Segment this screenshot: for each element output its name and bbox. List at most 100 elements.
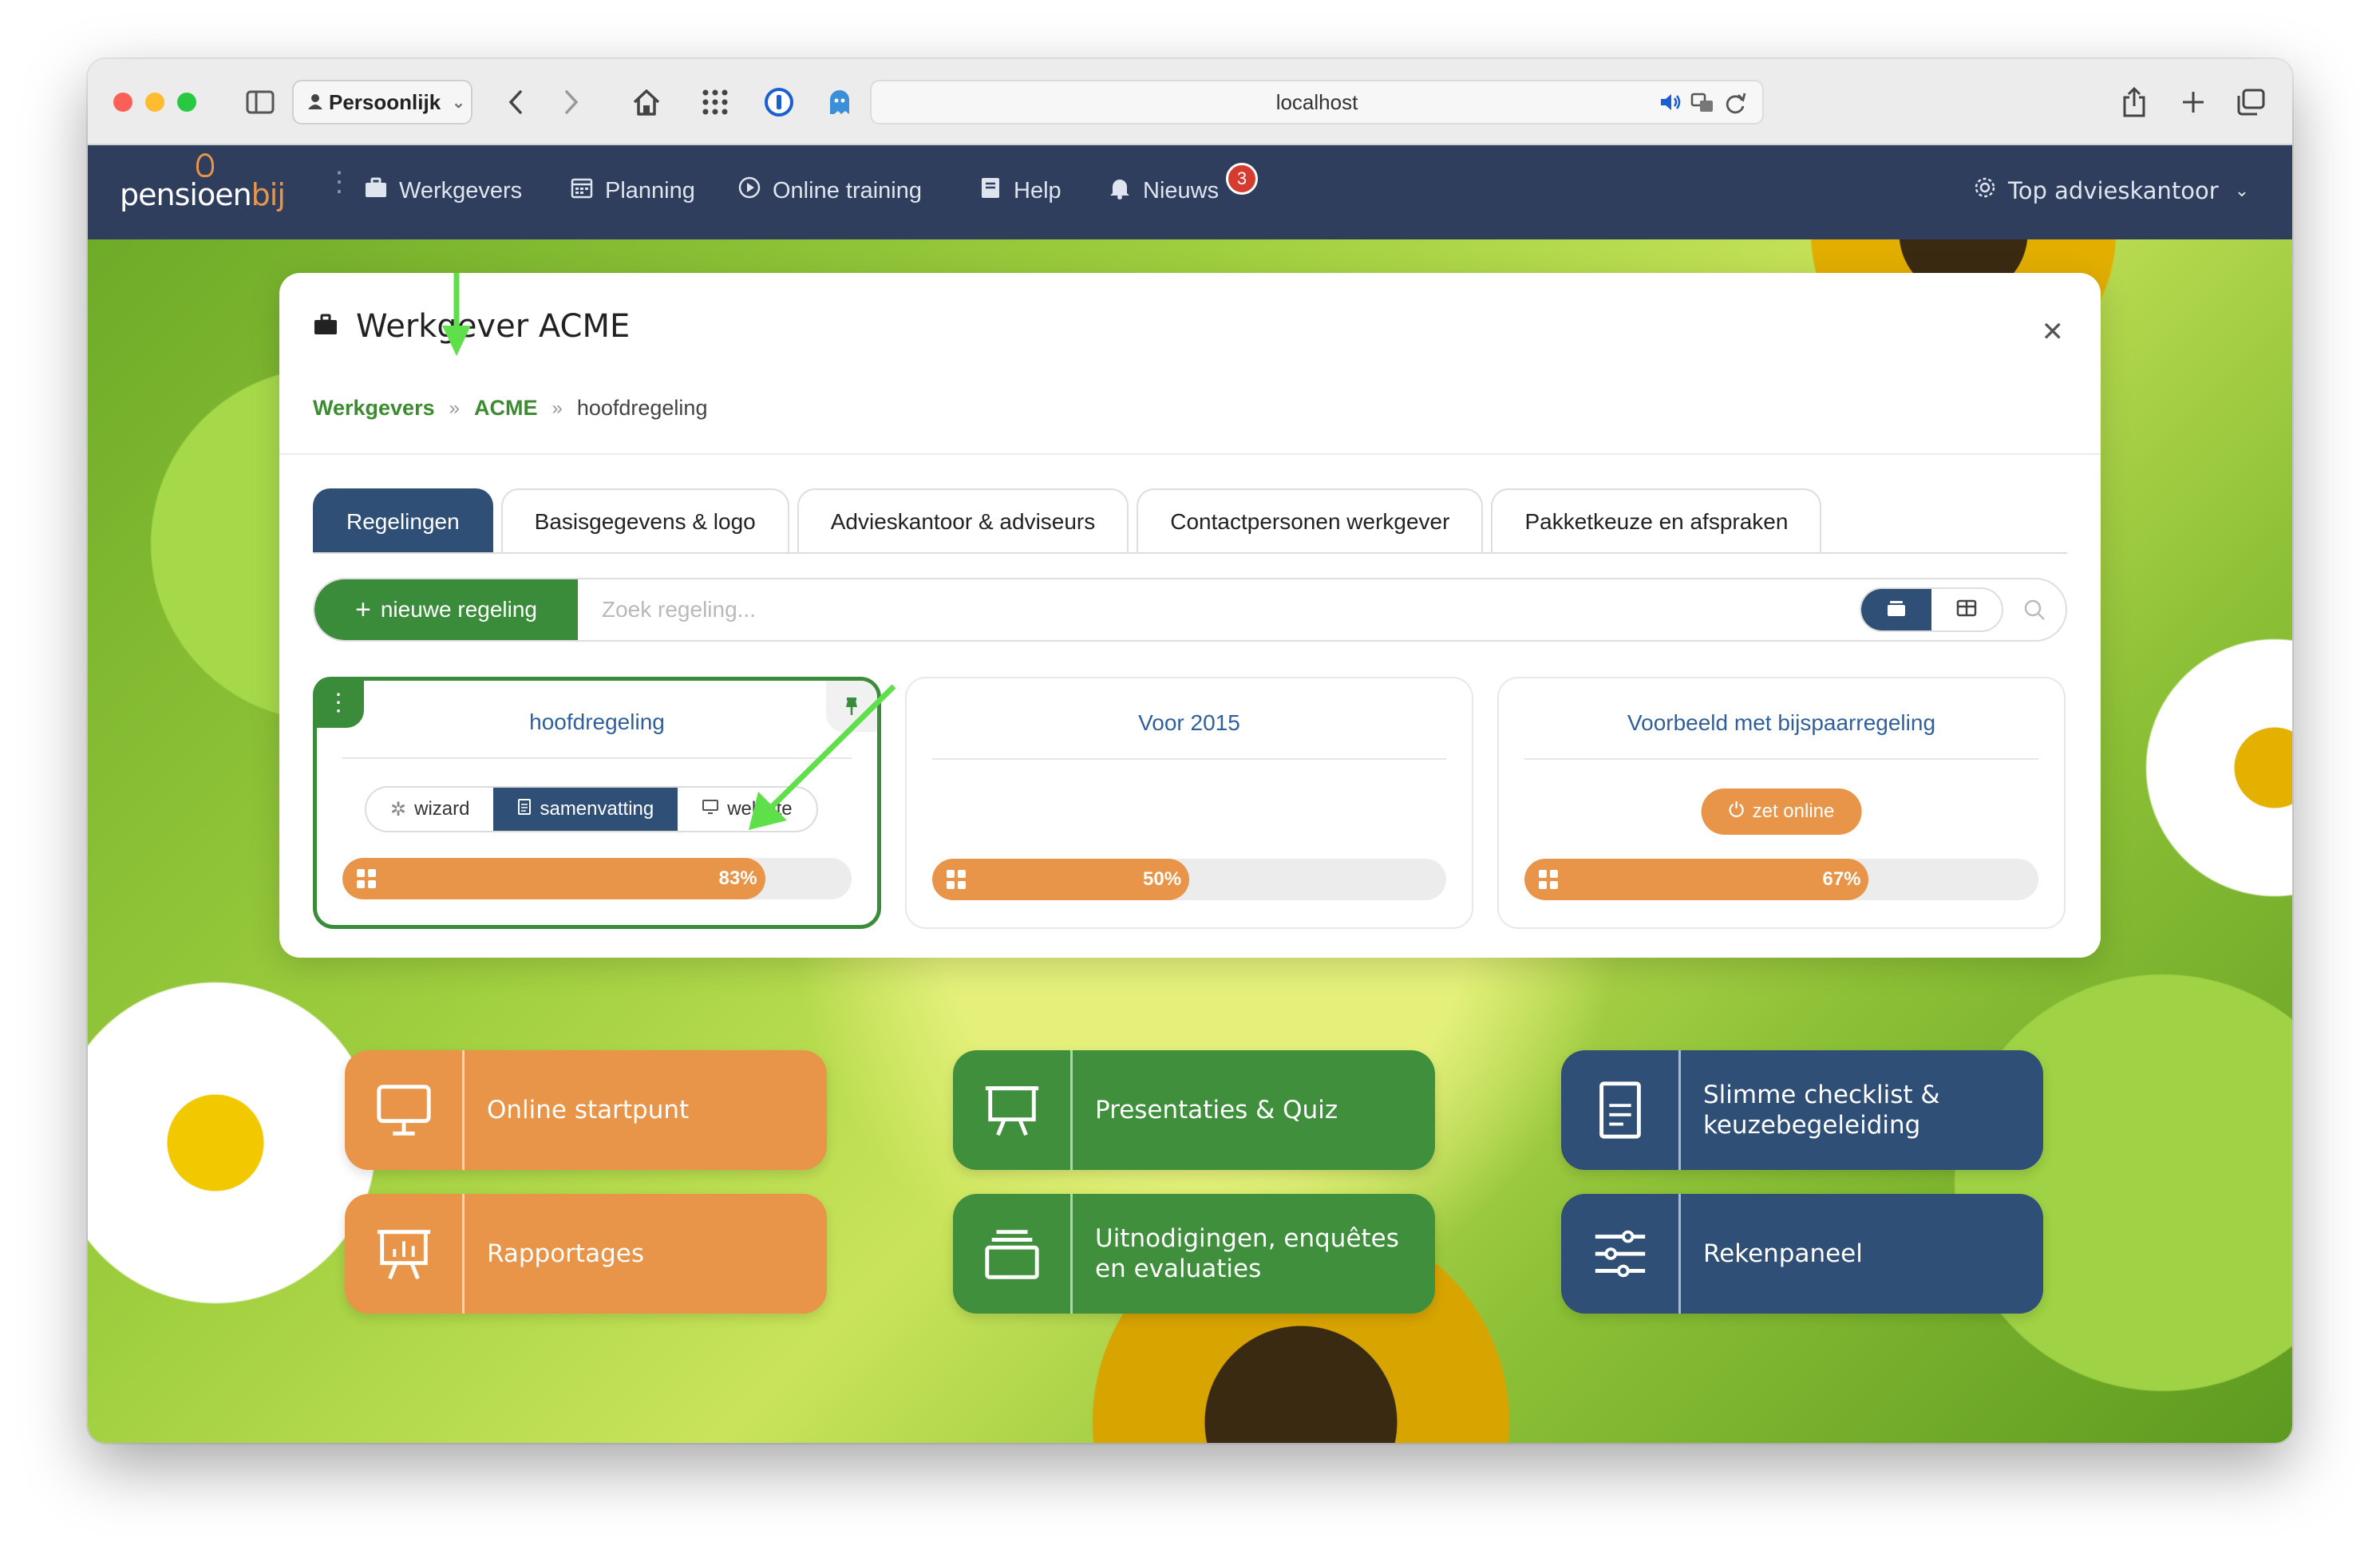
nav-label: Online training [773,177,922,204]
logo-text-main: pensioen [120,177,252,212]
card-divider [932,758,1446,760]
gear-icon [1973,176,1997,206]
sliders-icon [1561,1194,1681,1314]
progress-label: 83% [718,867,757,889]
search-regeling-input[interactable] [578,579,1860,640]
card-title[interactable]: hoofdregeling [317,709,877,735]
card-title[interactable]: Voor 2015 [907,710,1472,736]
tile-rapportages[interactable]: Rapportages [345,1194,827,1314]
table-view-button[interactable] [1931,589,2002,630]
progress-fill [342,858,765,899]
progress-bar: 50% [932,859,1446,900]
new-regeling-label: nieuwe regeling [380,597,537,622]
header-divider [279,453,2101,455]
breadcrumb-werkgevers[interactable]: Werkgevers [313,396,435,421]
breadcrumb: Werkgevers » ACME » hoofdregeling [313,396,707,421]
top-navigation: pensioenbij ⋮ Werkgevers Planning Online… [88,145,2292,239]
regeling-card-hoofdregeling[interactable]: ⋮ hoofdregeling ✲ wizard samenvatting we… [313,677,881,929]
website-label: website [727,798,793,820]
password-manager-icon[interactable] [760,83,798,121]
tab-advieskantoor[interactable]: Advieskantoor & adviseurs [797,488,1129,554]
pensioenbij-logo[interactable]: pensioenbij [120,177,286,212]
close-icon[interactable]: ✕ [2042,316,2065,348]
home-icon[interactable] [627,83,666,121]
wizard-button[interactable]: ✲ wizard [366,788,493,831]
office-menu[interactable]: Top advieskantoor ⌄ [1973,176,2249,206]
nav-label: Planning [605,177,695,204]
apps-grid-icon[interactable] [696,83,734,121]
monitor-icon [702,798,719,820]
url-text: localhost [1275,89,1358,114]
tab-overview-icon[interactable] [2232,83,2270,121]
card-view-button[interactable] [1861,589,1931,630]
werkgever-modal: Werkgever ACME ✕ Werkgevers » ACME » hoo… [279,273,2101,958]
briefcase-icon [313,308,338,345]
book-icon [978,176,1002,206]
regeling-actions: ✲ wizard samenvatting website [365,786,818,832]
grid-icon [1539,870,1558,889]
presentation-icon [953,1050,1073,1170]
tab-basisgegevens[interactable]: Basisgegevens & logo [500,488,789,554]
nav-item-nieuws[interactable]: Nieuws [1108,176,1219,206]
progress-bar: 83% [342,858,852,899]
card-stack-icon [1886,599,1907,622]
tile-online-startpunt[interactable]: Online startpunt [345,1050,827,1170]
nav-item-werkgevers[interactable]: Werkgevers [364,176,522,206]
tab-contactpersonen[interactable]: Contactpersonen werkgever [1137,488,1484,554]
card-title[interactable]: Voorbeeld met bijspaarregeling [1499,710,2064,736]
website-button[interactable]: website [678,788,816,831]
tab-regelingen[interactable]: Regelingen [313,488,493,554]
power-icon [1729,800,1745,824]
samenvatting-label: samenvatting [540,798,654,820]
chevron-down-icon: ⌄ [452,93,465,112]
document-icon [517,798,532,820]
back-icon[interactable] [500,83,532,121]
profile-selector[interactable]: Persoonlijk ⌄ [292,80,472,124]
samenvatting-button[interactable]: samenvatting [493,788,678,831]
minimize-window-button[interactable] [145,93,164,112]
search-icon[interactable] [2014,587,2054,632]
modal-title: Werkgever ACME [356,308,631,345]
breadcrumb-acme[interactable]: ACME [474,396,538,421]
chevron-right-icon: » [552,397,563,419]
bee-logo-icon [196,153,214,177]
profile-label: Persoonlijk [329,89,441,114]
tile-uitnodigingen[interactable]: Uitnodigingen, enquêtes en evaluaties [953,1194,1435,1314]
new-regeling-button[interactable]: + nieuwe regeling [314,579,578,640]
address-bar[interactable]: localhost [870,80,1764,124]
audio-icon[interactable] [1658,91,1682,119]
nav-item-help[interactable]: Help [978,176,1062,206]
sidebar-toggle-icon[interactable] [241,83,279,121]
magic-wand-icon: ✲ [390,798,407,820]
monitor-icon [345,1050,465,1170]
close-window-button[interactable] [113,93,132,112]
regeling-card-voorbeeld[interactable]: Voorbeeld met bijspaarregeling zet onlin… [1497,677,2066,929]
nav-label: Nieuws [1143,177,1220,204]
tile-rekenpaneel[interactable]: Rekenpaneel [1561,1194,2043,1314]
calendar-icon [570,176,594,206]
share-icon[interactable] [2115,83,2153,121]
translate-icon[interactable] [1690,93,1714,119]
tile-label: Online startpunt [487,1096,690,1124]
zoom-window-button[interactable] [177,93,196,112]
tile-slimme-checklist[interactable]: Slimme checklist & keuzebegeleiding [1561,1050,2043,1170]
reload-icon[interactable] [1724,91,1746,121]
modal-header: Werkgever ACME [313,308,630,345]
new-tab-icon[interactable] [2174,83,2212,121]
nav-item-online-training[interactable]: Online training [737,176,922,206]
forward-icon[interactable] [555,83,587,121]
chevron-right-icon: » [449,397,460,419]
tab-pakketkeuze[interactable]: Pakketkeuze en afspraken [1491,488,1822,554]
progress-label: 50% [1143,868,1182,890]
nav-item-planning[interactable]: Planning [570,176,695,206]
office-label: Top advieskantoor [2008,177,2219,204]
card-divider [1524,758,2038,760]
zet-online-button[interactable]: zet online [1701,788,1862,835]
nav-more-icon[interactable]: ⋮ [326,168,353,196]
bell-icon [1108,176,1132,206]
regeling-card-voor-2015[interactable]: Voor 2015 50% [905,677,1473,929]
tile-presentaties-quiz[interactable]: Presentaties & Quiz [953,1050,1435,1170]
document-icon [1561,1050,1681,1170]
tile-label: Rapportages [487,1239,644,1268]
ghost-extension-icon[interactable] [820,83,859,121]
